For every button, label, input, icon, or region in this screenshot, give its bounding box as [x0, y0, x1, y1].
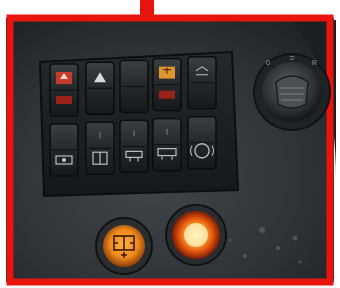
- rocker-switch-blank-cover: [119, 59, 149, 114]
- dashboard-scene: 0 ⊃ R: [0, 0, 340, 288]
- light-switch-mark: R: [312, 60, 317, 67]
- warning-light-button[interactable]: [165, 204, 227, 266]
- bus-dashboard-photo: 0 ⊃ R: [0, 0, 340, 288]
- rocker-switch-hazard-indicator[interactable]: [49, 63, 79, 117]
- rocker-switch-interior-light[interactable]: [49, 123, 79, 177]
- rocker-switch-warning-triangle[interactable]: [85, 61, 115, 115]
- rocker-switch-wheelchair-ramp[interactable]: [119, 119, 149, 174]
- rocker-switch-rear-fog-light[interactable]: [187, 56, 217, 110]
- light-switch-mark: ⊃: [289, 55, 295, 62]
- light-rotary-switch[interactable]: 0 ⊃ R: [253, 53, 331, 131]
- rocker-switch-kneeling-suspension[interactable]: [152, 117, 182, 172]
- door-opening-request-button[interactable]: [95, 217, 153, 275]
- rocker-switch-door-control[interactable]: [85, 121, 115, 175]
- button-glow-icon: [184, 223, 208, 247]
- rocker-switch-parking-brake[interactable]: [187, 116, 217, 170]
- rocker-switch-warning-lamp[interactable]: [152, 57, 182, 112]
- light-switch-mark: 0: [266, 60, 270, 67]
- red-frame-tab: [140, 0, 154, 20]
